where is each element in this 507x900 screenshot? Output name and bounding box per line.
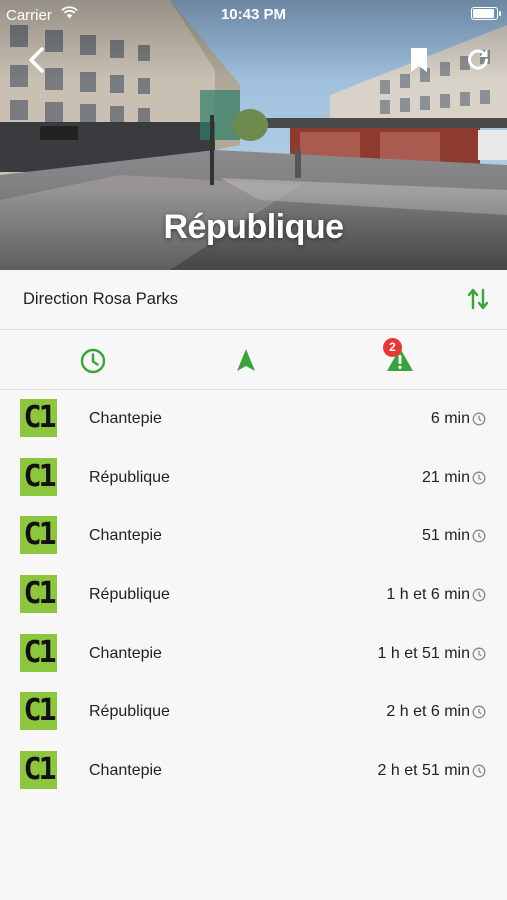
tab-alerts[interactable]: 2 xyxy=(359,331,439,389)
departure-row[interactable]: C1 Chantepie 1 h et 51 min xyxy=(0,625,507,683)
line-badge: C1 xyxy=(20,575,57,613)
destination-label: République xyxy=(89,703,170,720)
clock-icon xyxy=(472,647,486,661)
line-badge: C1 xyxy=(20,458,57,496)
tab-schedule[interactable] xyxy=(53,331,133,389)
clock-icon xyxy=(472,471,486,485)
departure-row[interactable]: C1 République 21 min xyxy=(0,449,507,507)
stop-header: Carrier 10:43 PM République xyxy=(0,0,507,270)
bookmark-icon[interactable] xyxy=(408,47,430,73)
clock-icon xyxy=(472,529,486,543)
swap-vertical-icon[interactable] xyxy=(467,287,489,311)
destination-label: Chantepie xyxy=(89,410,162,427)
destination-label: Chantepie xyxy=(89,645,162,662)
line-badge: C1 xyxy=(20,399,57,437)
line-badge: C1 xyxy=(20,516,57,554)
tab-bar: 2 xyxy=(0,331,507,390)
departure-row[interactable]: C1 Chantepie 51 min xyxy=(0,507,507,565)
destination-label: République xyxy=(89,586,170,603)
departure-row[interactable]: C1 République 2 h et 6 min xyxy=(0,683,507,741)
destination-label: République xyxy=(89,469,170,486)
wait-time: 6 min xyxy=(430,410,470,427)
wait-time: 2 h et 51 min xyxy=(377,762,471,779)
navigation-arrow-icon xyxy=(237,349,255,371)
direction-bar: Direction Rosa Parks xyxy=(0,270,507,330)
clock-icon xyxy=(472,412,486,426)
tab-map[interactable] xyxy=(206,331,286,389)
line-badge: C1 xyxy=(20,751,57,789)
wait-time: 1 h et 6 min xyxy=(386,586,470,603)
chevron-left-icon[interactable] xyxy=(24,45,50,75)
line-badge: C1 xyxy=(20,692,57,730)
battery-icon xyxy=(471,7,501,20)
line-badge: C1 xyxy=(20,634,57,672)
direction-label: Direction Rosa Parks xyxy=(23,290,178,308)
clock-icon xyxy=(472,764,486,778)
status-bar: Carrier 10:43 PM xyxy=(0,0,507,30)
clock-icon xyxy=(472,588,486,602)
departure-row[interactable]: C1 République 1 h et 6 min xyxy=(0,566,507,624)
refresh-icon[interactable] xyxy=(466,47,490,71)
departure-row[interactable]: C1 Chantepie 6 min xyxy=(0,390,507,448)
stop-title: République xyxy=(163,208,344,246)
destination-label: Chantepie xyxy=(89,527,162,544)
status-time: 10:43 PM xyxy=(220,6,287,23)
destination-label: Chantepie xyxy=(89,762,162,779)
departure-row[interactable]: C1 Chantepie 2 h et 51 min xyxy=(0,742,507,800)
wait-time: 2 h et 6 min xyxy=(386,703,470,720)
clock-icon xyxy=(472,705,486,719)
wait-time: 1 h et 51 min xyxy=(377,645,471,662)
alerts-badge: 2 xyxy=(383,338,402,357)
clock-icon xyxy=(80,348,106,374)
wait-time: 51 min xyxy=(421,527,470,544)
wait-time: 21 min xyxy=(421,469,470,486)
